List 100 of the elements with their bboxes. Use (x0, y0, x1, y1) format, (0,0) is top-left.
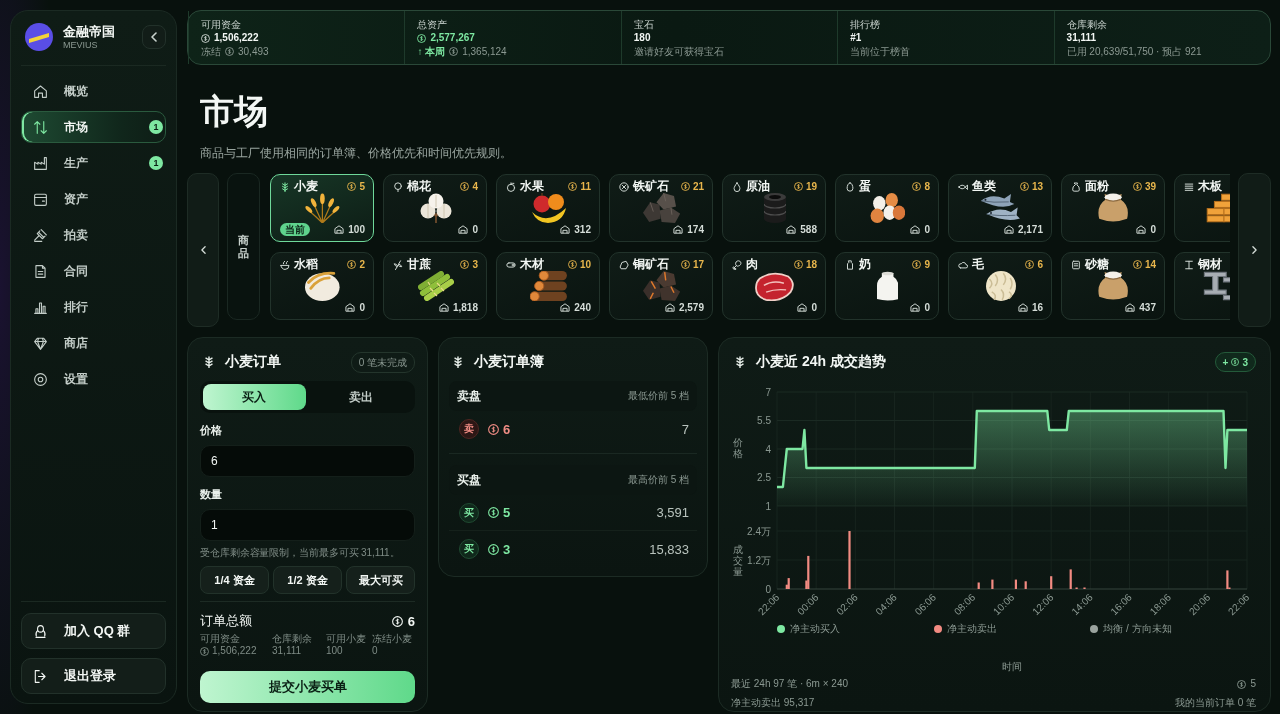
product-card[interactable]: 蛋 8 0 (835, 174, 939, 242)
quick-amount-button[interactable]: 1/4 资金 (200, 566, 269, 594)
legend-label: 净主动买入 (790, 622, 840, 636)
nav-item[interactable]: 资产 (21, 183, 166, 215)
product-card[interactable]: 铜矿石 17 2,579 (609, 252, 713, 320)
quick-amount-button[interactable]: 1/2 资金 (273, 566, 342, 594)
product-card[interactable]: 钢材 (1174, 252, 1230, 320)
sack-drawing (1096, 193, 1131, 223)
axis-title: 成交量 (733, 543, 743, 577)
side-tab[interactable]: 卖出 (309, 384, 412, 410)
nav-item[interactable]: 设置 (21, 363, 166, 395)
product-name: 毛 (972, 258, 984, 271)
volume-bar (1050, 576, 1053, 589)
join-group-button[interactable]: 加入 QQ 群 (21, 613, 166, 649)
ore-drawing (642, 271, 681, 301)
product-card[interactable]: 原油 19 588 (722, 174, 826, 242)
page-title: 市场 (200, 91, 268, 132)
category-tab[interactable]: 商品 (227, 173, 260, 320)
stat-note: 当前位于榜首 (850, 45, 911, 58)
stat-note: 邀请好友可获得宝石 (633, 45, 724, 58)
product-card[interactable]: 毛 6 16 (948, 252, 1052, 320)
scroll-left-button[interactable] (187, 173, 219, 327)
change-sign: + (1222, 356, 1229, 368)
coin-icon (793, 182, 803, 191)
coin-icon (460, 182, 470, 191)
stock-count: 0 (924, 302, 930, 313)
nav-item[interactable]: 概览 (21, 75, 166, 107)
coin-icon (567, 260, 577, 269)
chevron-right-icon (1252, 246, 1257, 254)
bag-icon (1071, 181, 1081, 192)
product-name: 鱼类 (972, 180, 996, 193)
stock-count: 588 (800, 224, 817, 235)
product-price: 39 (1144, 181, 1156, 192)
wheat-drawing (305, 193, 340, 223)
product-card[interactable]: 小麦 5 当前 100 (270, 174, 374, 242)
nav-item[interactable]: 排行 (21, 291, 166, 323)
stripes-icon (1184, 181, 1194, 192)
coin-icon (488, 507, 499, 518)
coin-icon (391, 615, 403, 627)
limit-hint: 受仓库剩余容量限制，当前最多可买 31,111。 (200, 547, 401, 559)
product-card[interactable]: 肉 18 0 (722, 252, 826, 320)
side-tab[interactable]: 买入 (203, 384, 306, 410)
submit-order-button[interactable]: 提交小麦买单 (200, 671, 415, 703)
steak-drawing (754, 271, 795, 301)
nav-item[interactable]: 合同 (21, 255, 166, 287)
coin-icon (793, 260, 803, 269)
product-price: 4 (472, 181, 478, 192)
stat-value: 31,111 (1066, 31, 1097, 45)
nav-item[interactable]: 拍卖 (21, 219, 166, 251)
product-card[interactable]: 木板 (1174, 174, 1230, 242)
coin-icon (1019, 182, 1029, 191)
product-price: 14 (1144, 259, 1156, 270)
number-input[interactable]: 1 (200, 509, 415, 541)
product-card[interactable]: 鱼类 13 2,171 (948, 174, 1052, 242)
product-card[interactable]: 甘蔗 3 1,818 (383, 252, 487, 320)
warehouse-icon (1125, 303, 1136, 312)
stock-count: 1,818 (452, 302, 478, 313)
nav-item[interactable]: 生产 1 (21, 147, 166, 179)
coin-icon (460, 260, 470, 269)
product-price: 19 (805, 181, 817, 192)
product-card[interactable]: 奶 9 0 (835, 252, 939, 320)
wheat-icon (203, 356, 215, 368)
nav-item[interactable]: 市场 1 (21, 111, 166, 143)
product-card[interactable]: 水果 11 312 (496, 174, 600, 242)
volume-bar (1014, 579, 1017, 589)
product-card[interactable]: 木材 10 240 (496, 252, 600, 320)
product-price: 6 (1037, 259, 1043, 270)
quick-amount-button[interactable]: 最大可买 (346, 566, 415, 594)
scroll-right-button[interactable] (1238, 173, 1271, 327)
summary-value: 31,111 (272, 645, 302, 657)
total-amount: 6 (407, 613, 415, 629)
product-price: 10 (579, 259, 591, 270)
tick-label: 1 (765, 500, 771, 512)
coin-icon (347, 182, 357, 191)
factory-icon (34, 156, 47, 170)
coin-icon (347, 260, 357, 269)
logout-button[interactable]: 退出登录 (21, 658, 166, 694)
coin-icon (1132, 260, 1142, 269)
number-input[interactable]: 6 (200, 445, 415, 477)
product-card[interactable]: 铁矿石 21 174 (609, 174, 713, 242)
product-name: 面粉 (1085, 180, 1109, 193)
field-label: 数量 (200, 487, 222, 501)
stat-value: 1,506,222 (214, 31, 259, 45)
nav-item[interactable]: 商店 (21, 327, 166, 359)
section-note: 最高价前 5 档 (627, 473, 689, 487)
pending-orders-chip: 0 笔未完成 (350, 351, 415, 373)
chevron-left-icon (151, 32, 157, 42)
product-card[interactable]: 砂糖 14 437 (1061, 252, 1165, 320)
warehouse-icon (673, 225, 684, 234)
product-card[interactable]: 棉花 4 0 (383, 174, 487, 242)
product-card[interactable]: 水稻 2 0 (270, 252, 374, 320)
collapse-button[interactable] (142, 25, 166, 49)
field-label: 价格 (200, 423, 222, 437)
product-card[interactable]: 面粉 39 0 (1061, 174, 1165, 242)
coin-icon (680, 182, 690, 191)
volume-bar (1024, 581, 1027, 589)
product-price: 2 (359, 259, 365, 270)
stat-label: 可用资金 (201, 18, 241, 31)
summary-label: 冻结小麦 (372, 633, 412, 645)
bottle-icon (845, 259, 855, 270)
